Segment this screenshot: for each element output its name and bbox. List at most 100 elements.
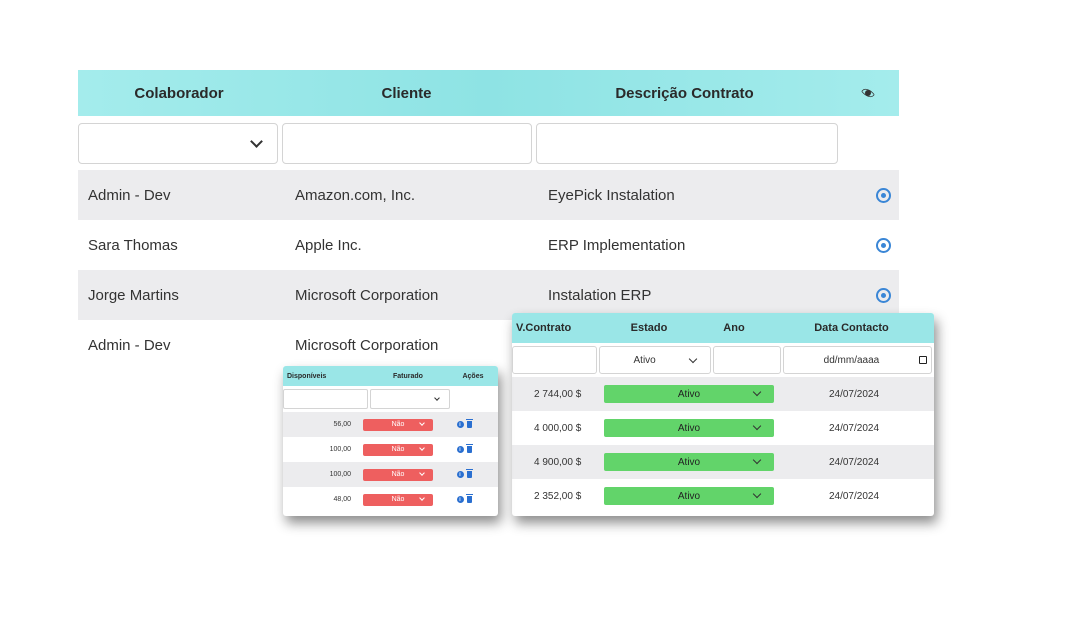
estado-filter-select[interactable]: Ativo: [598, 346, 712, 374]
estado-value: Ativo: [677, 456, 701, 468]
calendar-icon[interactable]: [919, 356, 927, 364]
chevron-down-icon: [419, 419, 425, 426]
table-row[interactable]: 48,00 Não i: [283, 487, 498, 512]
faturado-value: Não: [391, 446, 405, 453]
colaborador-filter-select[interactable]: [78, 122, 278, 164]
data-contacto-filter-input[interactable]: dd/mm/aaaa: [782, 346, 932, 374]
header-disponiveis[interactable]: Disponíveis: [283, 373, 368, 380]
cell-cliente: Amazon.com, Inc.: [295, 186, 416, 204]
date-placeholder: dd/mm/aaaa: [823, 354, 880, 366]
info-icon[interactable]: i: [456, 446, 464, 453]
cell-colaborador: Jorge Martins: [88, 286, 179, 304]
faturado-select[interactable]: Não: [363, 418, 433, 431]
chevron-down-icon: [419, 494, 425, 501]
valor-filter-input[interactable]: [512, 346, 597, 374]
view-eye-icon[interactable]: [876, 187, 891, 203]
trash-icon[interactable]: [465, 444, 473, 453]
cell-data: 24/07/2024: [828, 490, 880, 502]
header-ano[interactable]: Ano: [699, 322, 769, 334]
view-eye-icon[interactable]: [876, 237, 891, 253]
info-icon[interactable]: i: [456, 496, 464, 503]
cell-valor: 4 000,00 $: [534, 422, 582, 434]
contract-filter-row: Ativo dd/mm/aaaa: [512, 343, 934, 377]
header-cliente[interactable]: Cliente: [280, 85, 533, 102]
view-eye-icon[interactable]: [876, 287, 891, 303]
header-data-contacto[interactable]: Data Contacto: [769, 322, 934, 334]
cell-valor: 4 900,00 $: [534, 456, 582, 468]
contract-panel: V.Contrato Estado Ano Data Contacto Ativ…: [512, 313, 934, 516]
faturado-select[interactable]: Não: [363, 468, 433, 481]
chevron-down-icon: [752, 455, 762, 465]
faturado-select[interactable]: Não: [363, 493, 433, 506]
estado-select[interactable]: Ativo: [604, 419, 774, 437]
trash-icon[interactable]: [465, 419, 473, 428]
cell-colaborador: Admin - Dev: [88, 336, 171, 354]
table-row[interactable]: 2 352,00 $ Ativo 24/07/2024: [512, 479, 934, 513]
column-visibility-button[interactable]: [836, 86, 899, 100]
table-row[interactable]: 100,00 Não i: [283, 437, 498, 462]
table-row[interactable]: 4 000,00 $ Ativo 24/07/2024: [512, 411, 934, 445]
faturado-select[interactable]: Não: [363, 443, 433, 456]
chevron-down-icon: [419, 444, 425, 451]
table-row[interactable]: 2 744,00 $ Ativo 24/07/2024: [512, 377, 934, 411]
table-row[interactable]: 4 900,00 $ Ativo 24/07/2024: [512, 445, 934, 479]
faturado-filter-select[interactable]: [370, 389, 450, 409]
table-row[interactable]: 100,00 Não i: [283, 462, 498, 487]
header-colaborador[interactable]: Colaborador: [78, 85, 280, 102]
cell-valor: 2 744,00 $: [534, 388, 582, 400]
estado-select[interactable]: Ativo: [604, 453, 774, 471]
trash-icon[interactable]: [465, 469, 473, 478]
estado-select[interactable]: Ativo: [604, 385, 774, 403]
cell-disponiveis: 48,00: [333, 496, 351, 503]
estado-select[interactable]: Ativo: [604, 487, 774, 505]
cell-cliente: Apple Inc.: [295, 236, 362, 254]
cell-disponiveis: 56,00: [333, 421, 351, 428]
estado-value: Ativo: [677, 490, 701, 502]
chevron-down-icon: [434, 395, 440, 401]
info-icon[interactable]: i: [456, 471, 464, 478]
cell-colaborador: Admin - Dev: [88, 186, 171, 204]
cell-data: 24/07/2024: [828, 422, 880, 434]
billing-panel-header: Disponíveis Faturado Ações: [283, 366, 498, 386]
chevron-down-icon: [752, 421, 762, 431]
ano-filter-input[interactable]: [713, 346, 781, 374]
chevron-down-icon: [688, 354, 698, 364]
trash-icon[interactable]: [465, 494, 473, 503]
cell-disponiveis: 100,00: [329, 446, 351, 453]
chevron-down-icon: [752, 387, 762, 397]
cell-disponiveis: 100,00: [329, 471, 351, 478]
row-actions: i: [433, 444, 495, 453]
row-actions: i: [433, 494, 495, 503]
header-valor-contrato[interactable]: V.Contrato: [512, 322, 599, 334]
cell-cliente: Microsoft Corporation: [295, 336, 439, 354]
estado-value: Ativo: [677, 388, 701, 400]
cell-data: 24/07/2024: [828, 388, 880, 400]
table-row[interactable]: Sara Thomas Apple Inc. ERP Implementatio…: [78, 220, 899, 270]
header-faturado[interactable]: Faturado: [368, 373, 448, 380]
cliente-filter-input[interactable]: [282, 122, 532, 164]
eye-icon: [860, 86, 876, 100]
chevron-down-icon: [752, 489, 762, 499]
row-actions: i: [433, 419, 495, 428]
faturado-value: Não: [391, 496, 405, 503]
chevron-down-icon: [250, 134, 263, 148]
contract-panel-header: V.Contrato Estado Ano Data Contacto: [512, 313, 934, 343]
table-row[interactable]: Admin - Dev Amazon.com, Inc. EyePick Ins…: [78, 170, 899, 220]
header-acoes: Ações: [462, 372, 484, 380]
cell-descricao: EyePick Instalation: [548, 186, 675, 204]
billing-filter-row: [283, 386, 498, 412]
header-descricao[interactable]: Descrição Contrato: [533, 85, 836, 102]
header-estado[interactable]: Estado: [599, 322, 699, 334]
table-row[interactable]: 56,00 Não i: [283, 412, 498, 437]
cell-valor: 2 352,00 $: [534, 490, 582, 502]
estado-value: Ativo: [677, 422, 701, 434]
billing-panel: Disponíveis Faturado Ações 56,00 Não i 1…: [283, 366, 498, 516]
cell-data: 24/07/2024: [828, 456, 880, 468]
chevron-down-icon: [419, 469, 425, 476]
row-actions: i: [433, 469, 495, 478]
descricao-filter-input[interactable]: [536, 122, 838, 164]
disponiveis-filter-input[interactable]: [283, 389, 368, 409]
cell-colaborador: Sara Thomas: [88, 236, 178, 254]
main-table-header: Colaborador Cliente Descrição Contrato: [78, 70, 899, 116]
info-icon[interactable]: i: [456, 421, 464, 428]
